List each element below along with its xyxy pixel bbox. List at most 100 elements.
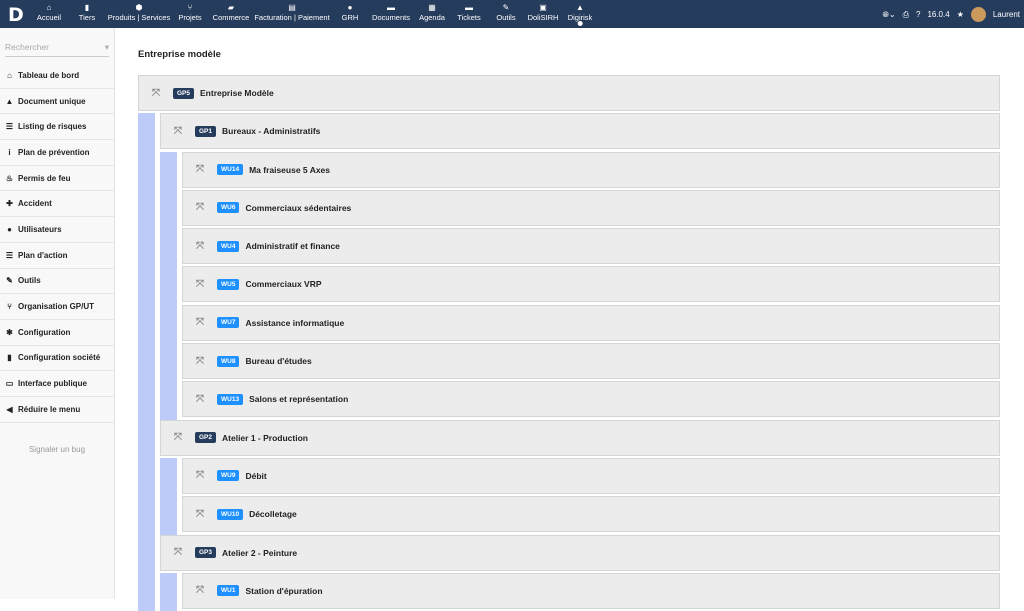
move-arrows-icon[interactable]: ⤧: [171, 126, 185, 137]
workunit-row[interactable]: ⤧ WU8 Bureau d'études: [182, 343, 1000, 380]
tree-indent-strip: [138, 496, 155, 535]
nav-label: Agenda: [419, 13, 445, 22]
nav-icon: ▬: [464, 3, 473, 12]
nav-accueil[interactable]: ⌂ Accueil: [37, 2, 61, 22]
group-row[interactable]: ⤧ GP5 Entreprise Modèle: [138, 75, 1000, 111]
nav-dolisirh[interactable]: ▣ DoliSIRH: [528, 2, 559, 22]
nav-grh[interactable]: ● GRH: [342, 2, 359, 22]
workunit-row[interactable]: ⤧ WU6 Commerciaux sédentaires: [182, 189, 1000, 226]
sidebar-item[interactable]: ⑂ Organisation GP/UT: [0, 294, 114, 320]
nav-agenda[interactable]: ▦ Agenda: [419, 2, 445, 22]
sidebar-item[interactable]: ☰ Plan d'action: [0, 243, 114, 269]
workunit-row[interactable]: ⤧ WU13 Salons et représentation: [182, 381, 1000, 418]
language-globe-icon[interactable]: 🌐︎⌄: [882, 10, 895, 20]
tree-node: ⤧ WU7 Assistance informatique: [138, 304, 1000, 344]
tree-node: ⤧ WU13 Salons et représentation: [138, 381, 1000, 420]
move-arrows-icon[interactable]: ⤧: [193, 279, 207, 290]
ref-badge: WU4: [217, 240, 240, 252]
dolibarr-logo[interactable]: D: [8, 4, 24, 26]
tree-indent-strip: [160, 496, 177, 535]
report-bug-link[interactable]: Signaler un bug: [0, 445, 114, 454]
node-label: Atelier 1 - Production: [222, 432, 308, 443]
tree-indent-strip: [138, 381, 155, 420]
nav-digirisk[interactable]: ▲ Digirisk: [568, 2, 592, 26]
nav-label: Documents: [372, 13, 410, 22]
sidebar-item-icon: ☰: [5, 122, 14, 132]
help-icon[interactable]: ?: [916, 10, 920, 19]
user-name[interactable]: Laurent: [993, 10, 1020, 19]
tree-indent-strip: [138, 266, 155, 305]
move-arrows-icon[interactable]: ⤧: [193, 509, 207, 520]
workunit-row[interactable]: ⤧ WU7 Assistance informatique: [182, 304, 1000, 341]
nav-tiers[interactable]: ▮ Tiers: [79, 2, 95, 22]
tree-node: ⤧ WU8 Bureau d'études: [138, 343, 1000, 382]
nav-label: Produits | Services: [107, 13, 171, 22]
nav-facturation-paiement[interactable]: ▤ Facturation | Paiement: [254, 2, 329, 22]
move-arrows-icon[interactable]: ⤧: [193, 585, 207, 596]
workunit-row[interactable]: ⤧ WU1 Station d'épuration: [182, 572, 1000, 609]
move-arrows-icon[interactable]: ⤧: [193, 470, 207, 481]
ref-badge: WU7: [217, 317, 240, 329]
nav-projets[interactable]: ⑂ Projets: [178, 2, 201, 22]
nav-commerce[interactable]: ▰ Commerce: [213, 2, 250, 22]
sidebar-item-label: Accident: [18, 199, 52, 209]
nav-produits-services[interactable]: ⬢ Produits | Services: [108, 2, 170, 22]
sidebar-item[interactable]: ⌂ Tableau de bord: [0, 63, 114, 89]
move-arrows-icon[interactable]: ⤧: [171, 547, 185, 558]
tree-node: ⤧ GP1 Bureaux - Administratifs: [138, 113, 1000, 152]
nav-label: Commerce: [212, 13, 250, 22]
tree-node: ⤧ GP3 Atelier 2 - Peinture: [138, 534, 1000, 573]
sidebar-item[interactable]: ▭ Interface publique: [0, 371, 114, 397]
ref-badge: WU10: [217, 508, 244, 520]
move-arrows-icon[interactable]: ⤧: [193, 241, 207, 252]
tree-indent-strip: [138, 343, 155, 382]
print-icon[interactable]: ⎙: [903, 10, 909, 20]
sidebar-item[interactable]: ▮ Configuration société: [0, 346, 114, 372]
sidebar-item-icon: i: [8, 147, 11, 157]
sidebar-item[interactable]: ▲ Document unique: [0, 89, 114, 115]
workunit-row[interactable]: ⤧ WU10 Décolletage: [182, 496, 1000, 533]
nav-tickets[interactable]: ▬ Tickets: [457, 2, 480, 22]
nav-icon: ●: [347, 3, 353, 12]
tree-indent-strip: [138, 228, 155, 267]
search-select[interactable]: Rechercher ▾: [5, 42, 109, 57]
group-row[interactable]: ⤧ GP3 Atelier 2 - Peinture: [160, 534, 1000, 571]
ref-badge: WU13: [217, 393, 244, 405]
move-arrows-icon[interactable]: ⤧: [193, 164, 207, 175]
move-arrows-icon[interactable]: ⤧: [193, 394, 207, 405]
nav-icon: ▰: [227, 3, 235, 12]
nav-outils[interactable]: ✎ Outils: [496, 2, 515, 22]
nav-label: DoliSIRH: [527, 13, 559, 22]
workunit-row[interactable]: ⤧ WU4 Administratif et finance: [182, 228, 1000, 265]
sidebar-item[interactable]: ● Utilisateurs: [0, 217, 114, 243]
group-row[interactable]: ⤧ GP2 Atelier 1 - Production: [160, 419, 1000, 456]
sidebar-item[interactable]: i Plan de prévention: [0, 140, 114, 166]
group-row[interactable]: ⤧ GP1 Bureaux - Administratifs: [160, 113, 1000, 150]
user-avatar[interactable]: [970, 7, 986, 22]
move-arrows-icon[interactable]: ⤧: [171, 432, 185, 443]
sidebar-item-icon: ▲: [5, 96, 14, 106]
workunit-row[interactable]: ⤧ WU5 Commerciaux VRP: [182, 266, 1000, 303]
move-arrows-icon[interactable]: ⤧: [193, 317, 207, 328]
sidebar-item[interactable]: ✚ Accident: [0, 191, 114, 218]
sidebar-item-label: Utilisateurs: [18, 224, 62, 234]
sidebar-item[interactable]: ♨ Permis de feu: [0, 166, 114, 192]
move-arrows-icon[interactable]: ⤧: [193, 202, 207, 213]
bookmark-star-icon[interactable]: ★: [957, 10, 964, 19]
nav-documents[interactable]: ▬ Documents: [372, 2, 410, 22]
sidebar-item-icon: ●: [7, 224, 12, 234]
sidebar-item[interactable]: ☰ Listing de risques: [0, 114, 114, 141]
move-arrows-icon[interactable]: ⤧: [193, 356, 207, 367]
workunit-row[interactable]: ⤧ WU14 Ma fraiseuse 5 Axes: [182, 151, 1000, 188]
node-label: Entreprise Modèle: [200, 88, 274, 98]
sidebar-item[interactable]: ◀ Réduire le menu: [0, 397, 114, 423]
sidebar-item[interactable]: ✎ Outils: [0, 269, 114, 295]
sidebar-item-icon: ✱: [6, 327, 13, 337]
move-arrows-icon[interactable]: ⤧: [149, 88, 163, 99]
workunit-row[interactable]: ⤧ WU9 Débit: [182, 457, 1000, 494]
nav-icon: ▤: [288, 3, 296, 12]
node-label: Station d'épuration: [245, 585, 323, 596]
sidebar-item[interactable]: ✱ Configuration: [0, 320, 114, 346]
node-label: Commerciaux VRP: [245, 279, 322, 290]
tree-indent-strip: [138, 419, 155, 458]
